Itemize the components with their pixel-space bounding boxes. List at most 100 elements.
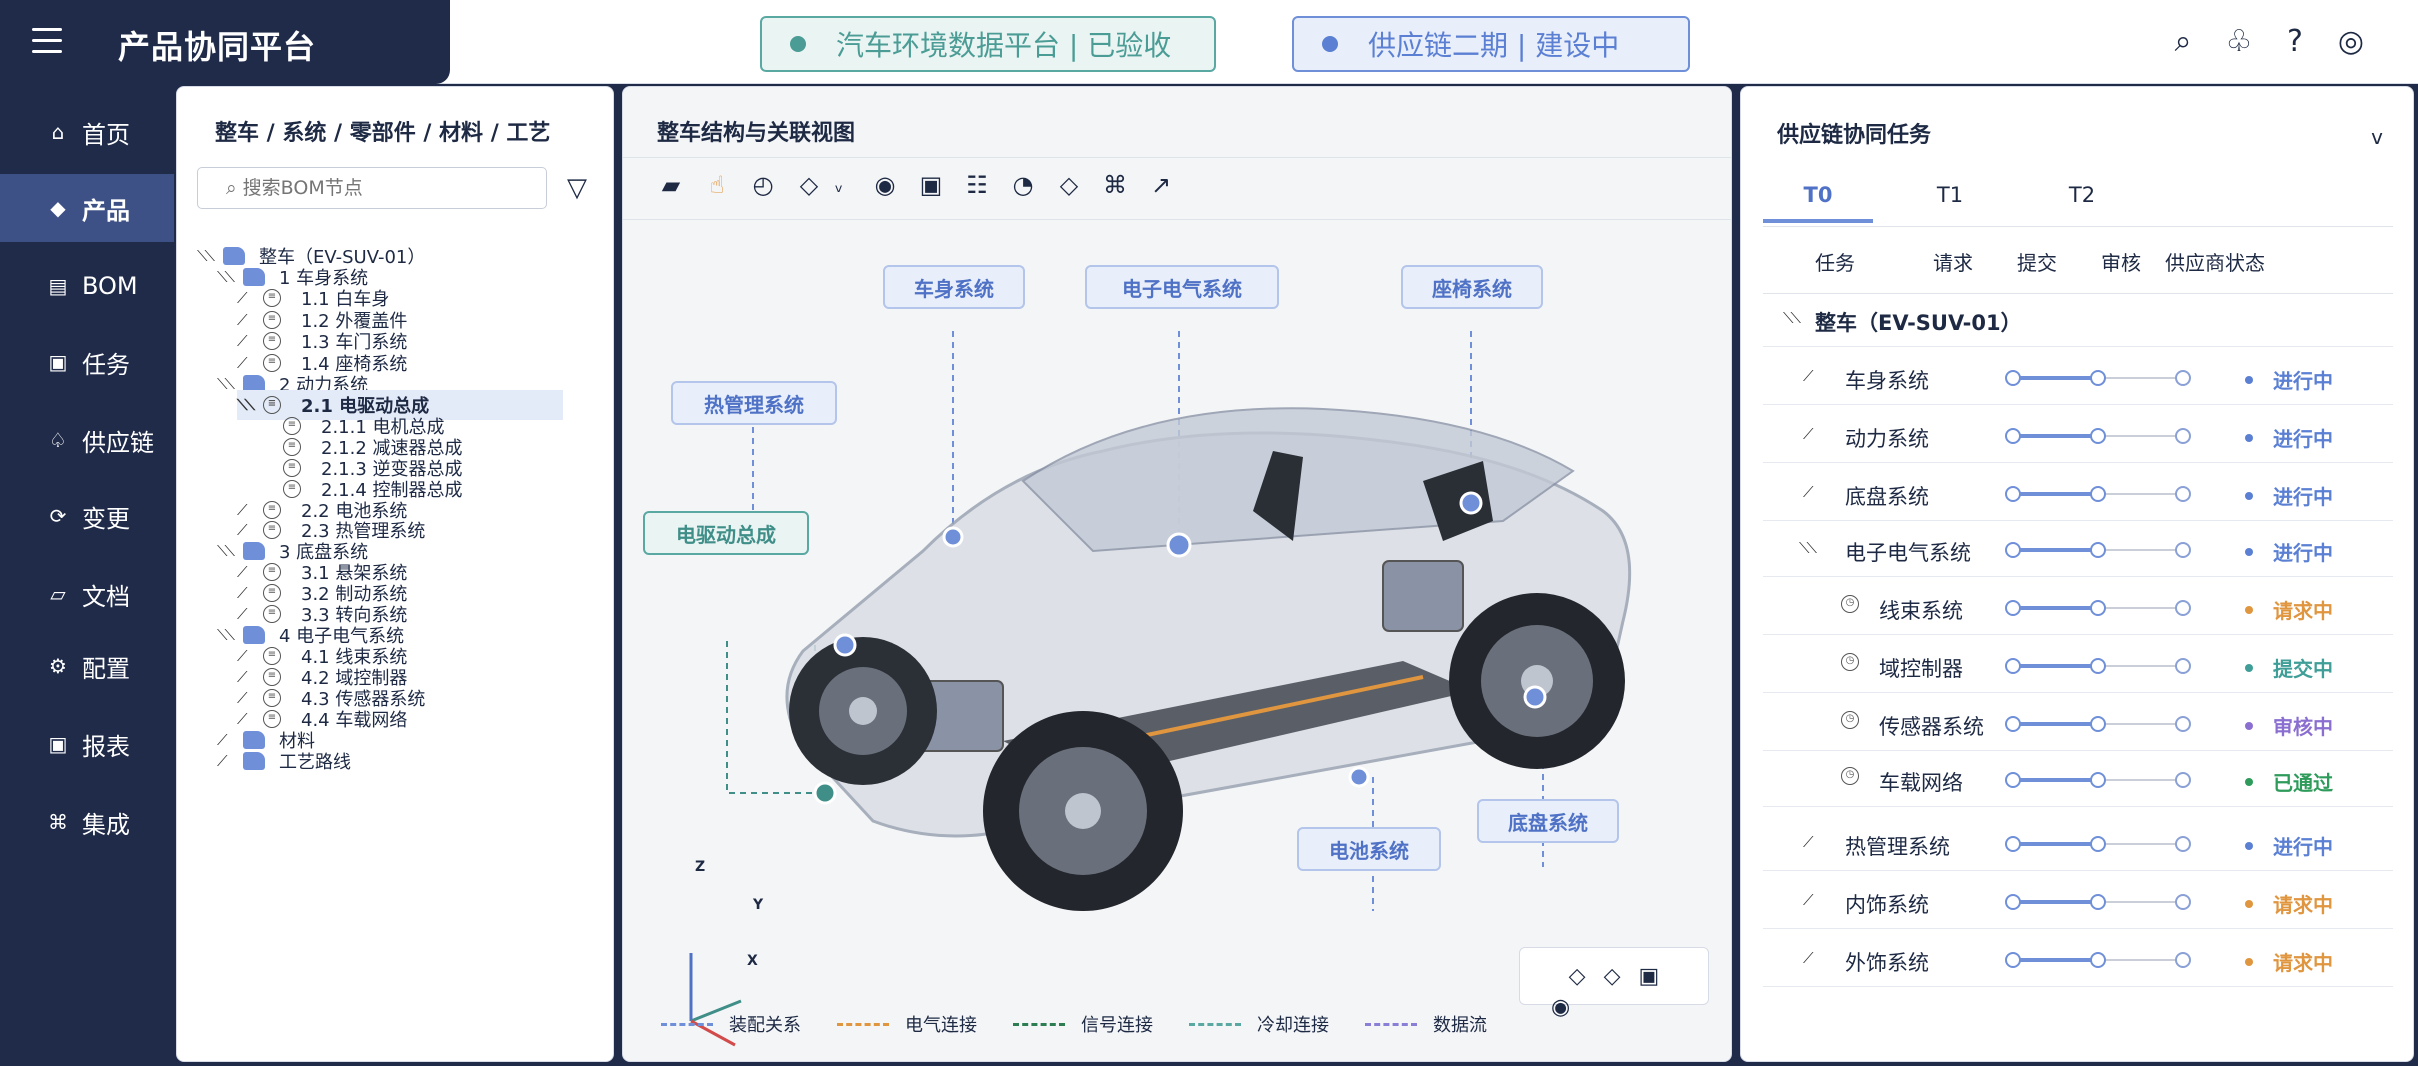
diamond-tool-icon[interactable]: ◇ bbox=[797, 171, 821, 199]
task-toggle-icon[interactable]: ⟋ bbox=[1803, 891, 1813, 909]
task-row[interactable]: ◷ 传感器系统 审核中 bbox=[1763, 699, 2393, 751]
task-stage-knob[interactable] bbox=[2175, 658, 2191, 674]
callout-seat-system[interactable]: 座椅系统 bbox=[1401, 265, 1543, 309]
pie-tool-icon[interactable]: ◔ bbox=[1011, 171, 1035, 199]
task-stage-knob[interactable] bbox=[2005, 370, 2021, 386]
task-stage-knob[interactable] bbox=[2090, 428, 2106, 444]
task-row[interactable]: ⟍⟍ 电子电气系统 进行中 bbox=[1763, 525, 2393, 577]
filter-icon[interactable]: ▽ bbox=[567, 173, 587, 203]
diamond-small2-icon[interactable]: ◇ bbox=[1604, 964, 1621, 989]
task-stage-knob[interactable] bbox=[2005, 772, 2021, 788]
target-icon[interactable]: ◎ bbox=[2334, 24, 2368, 59]
square-tool-icon[interactable]: ▣ bbox=[919, 171, 943, 199]
task-stage-knob[interactable] bbox=[2005, 836, 2021, 852]
task-stage-knob[interactable] bbox=[2090, 772, 2106, 788]
task-stage-knob[interactable] bbox=[2090, 542, 2106, 558]
task-toggle-icon[interactable]: ⟋ bbox=[1803, 949, 1813, 967]
task-stage-knob[interactable] bbox=[2005, 658, 2021, 674]
task-stage-knob[interactable] bbox=[2090, 600, 2106, 616]
task-row[interactable]: ◷ 线束系统 请求中 bbox=[1763, 583, 2393, 635]
task-toggle-icon[interactable]: ⟋ bbox=[1803, 483, 1813, 501]
hotspot-edrive[interactable] bbox=[813, 781, 837, 805]
hotspot-thermal[interactable] bbox=[833, 633, 857, 657]
clock-tool-icon[interactable]: ◴ bbox=[751, 171, 775, 199]
club-icon[interactable]: ♧ bbox=[2222, 24, 2256, 59]
task-row[interactable]: ⟋ 车身系统 进行中 bbox=[1763, 353, 2393, 405]
task-row[interactable]: ⟋ 动力系统 进行中 bbox=[1763, 411, 2393, 463]
tab-t1[interactable]: T1 bbox=[1895, 183, 2005, 223]
callout-thermal-system[interactable]: 热管理系统 bbox=[671, 381, 837, 425]
menu-icon[interactable] bbox=[32, 28, 62, 56]
collapse-toggle-icon[interactable]: ⟍⟍ bbox=[1783, 309, 1801, 327]
list-tool-icon[interactable]: ☷ bbox=[965, 171, 989, 199]
hand-tool-icon[interactable]: ☝ bbox=[705, 171, 729, 199]
task-stage-knob[interactable] bbox=[2005, 952, 2021, 968]
task-row[interactable]: ⟋ 内饰系统 请求中 bbox=[1763, 877, 2393, 929]
task-stage-knob[interactable] bbox=[2005, 894, 2021, 910]
task-stage-knob[interactable] bbox=[2005, 542, 2021, 558]
callout-electrical-system[interactable]: 电子电气系统 bbox=[1085, 265, 1279, 309]
task-root-row[interactable]: ⟍⟍ 整车（EV-SUV-01） bbox=[1763, 295, 2393, 347]
hotspot-body[interactable] bbox=[942, 526, 964, 548]
task-row[interactable]: ⟋ 热管理系统 进行中 bbox=[1763, 819, 2393, 871]
tab-t0[interactable]: T0 bbox=[1763, 183, 1873, 223]
nav-item-product[interactable]: ◆ 产品 bbox=[0, 174, 174, 242]
hotspot-battery[interactable] bbox=[1348, 766, 1370, 788]
task-stage-knob[interactable] bbox=[2175, 836, 2191, 852]
callout-edrive-assembly[interactable]: 电驱动总成 bbox=[643, 511, 809, 555]
radio-tool-icon[interactable]: ◉ bbox=[873, 171, 897, 199]
task-stage-knob[interactable] bbox=[2090, 716, 2106, 732]
task-stage-knob[interactable] bbox=[2175, 600, 2191, 616]
car-model-canvas[interactable] bbox=[623, 221, 1731, 1061]
box-tool-icon[interactable]: ▰ bbox=[659, 171, 683, 199]
task-toggle-icon[interactable]: ⟋ bbox=[1803, 425, 1813, 443]
nav-item-home[interactable]: ⌂ 首页 bbox=[0, 98, 174, 166]
command-tool-icon[interactable]: ⌘ bbox=[1103, 171, 1127, 199]
tab-t2[interactable]: T2 bbox=[2027, 183, 2137, 223]
task-stage-knob[interactable] bbox=[2090, 836, 2106, 852]
search-icon[interactable]: ⌕ bbox=[2166, 24, 2200, 59]
task-toggle-icon[interactable]: ⟋ bbox=[1803, 367, 1813, 385]
task-stage-knob[interactable] bbox=[2090, 370, 2106, 386]
nav-item-docs[interactable]: ▱ 文档 bbox=[0, 560, 174, 628]
tree-toggle-icon[interactable]: ⟋ bbox=[217, 752, 243, 770]
task-row[interactable]: ⟋ 底盘系统 进行中 bbox=[1763, 469, 2393, 521]
bom-search-input[interactable] bbox=[197, 167, 547, 209]
task-row[interactable]: ⟋ 外饰系统 请求中 bbox=[1763, 935, 2393, 987]
nav-item-reports[interactable]: ▣ 报表 bbox=[0, 710, 174, 778]
task-stage-knob[interactable] bbox=[2175, 772, 2191, 788]
task-stage-knob[interactable] bbox=[2090, 894, 2106, 910]
diamond-small-icon[interactable]: ◇ bbox=[1569, 964, 1586, 989]
task-stage-knob[interactable] bbox=[2005, 600, 2021, 616]
task-stage-knob[interactable] bbox=[2175, 542, 2191, 558]
task-row[interactable]: ◷ 车载网络 已通过 bbox=[1763, 755, 2393, 807]
task-stage-knob[interactable] bbox=[2175, 716, 2191, 732]
nav-item-config[interactable]: ⚙ 配置 bbox=[0, 632, 174, 700]
task-toggle-icon[interactable]: ⟍⟍ bbox=[1799, 539, 1817, 557]
task-stage-knob[interactable] bbox=[2175, 486, 2191, 502]
hotspot-seat[interactable] bbox=[1459, 491, 1483, 515]
task-toggle-icon[interactable]: ⟋ bbox=[1803, 833, 1813, 851]
task-stage-knob[interactable] bbox=[2005, 716, 2021, 732]
radio-small-icon[interactable]: ◉ bbox=[1551, 995, 1570, 1020]
tree-node[interactable]: ⟋ 工艺路线 bbox=[217, 746, 563, 776]
chevron-down-icon[interactable]: v bbox=[2371, 125, 2383, 149]
task-stage-knob[interactable] bbox=[2090, 952, 2106, 968]
project-pill-env[interactable]: 汽车环境数据平台 | 已验收 bbox=[760, 16, 1216, 72]
task-stage-knob[interactable] bbox=[2175, 370, 2191, 386]
arrow-tool-icon[interactable]: ↗ bbox=[1149, 171, 1173, 199]
callout-chassis-system[interactable]: 底盘系统 bbox=[1477, 799, 1619, 843]
task-stage-knob[interactable] bbox=[2175, 952, 2191, 968]
nav-item-integration[interactable]: ⌘ 集成 bbox=[0, 788, 174, 856]
hotspot-electrical[interactable] bbox=[1166, 532, 1192, 558]
help-icon[interactable]: ? bbox=[2278, 24, 2312, 59]
nav-item-tasks[interactable]: ▣ 任务 bbox=[0, 328, 174, 396]
task-row[interactable]: ◷ 域控制器 提交中 bbox=[1763, 641, 2393, 693]
task-stage-knob[interactable] bbox=[2005, 486, 2021, 502]
task-stage-knob[interactable] bbox=[2175, 894, 2191, 910]
diamond2-tool-icon[interactable]: ◇ bbox=[1057, 171, 1081, 199]
dropdown-tool-icon[interactable]: ᵥ bbox=[827, 173, 851, 197]
task-stage-knob[interactable] bbox=[2005, 428, 2021, 444]
project-pill-supply[interactable]: 供应链二期 | 建设中 bbox=[1292, 16, 1690, 72]
square-small-icon[interactable]: ▣ bbox=[1639, 964, 1660, 989]
